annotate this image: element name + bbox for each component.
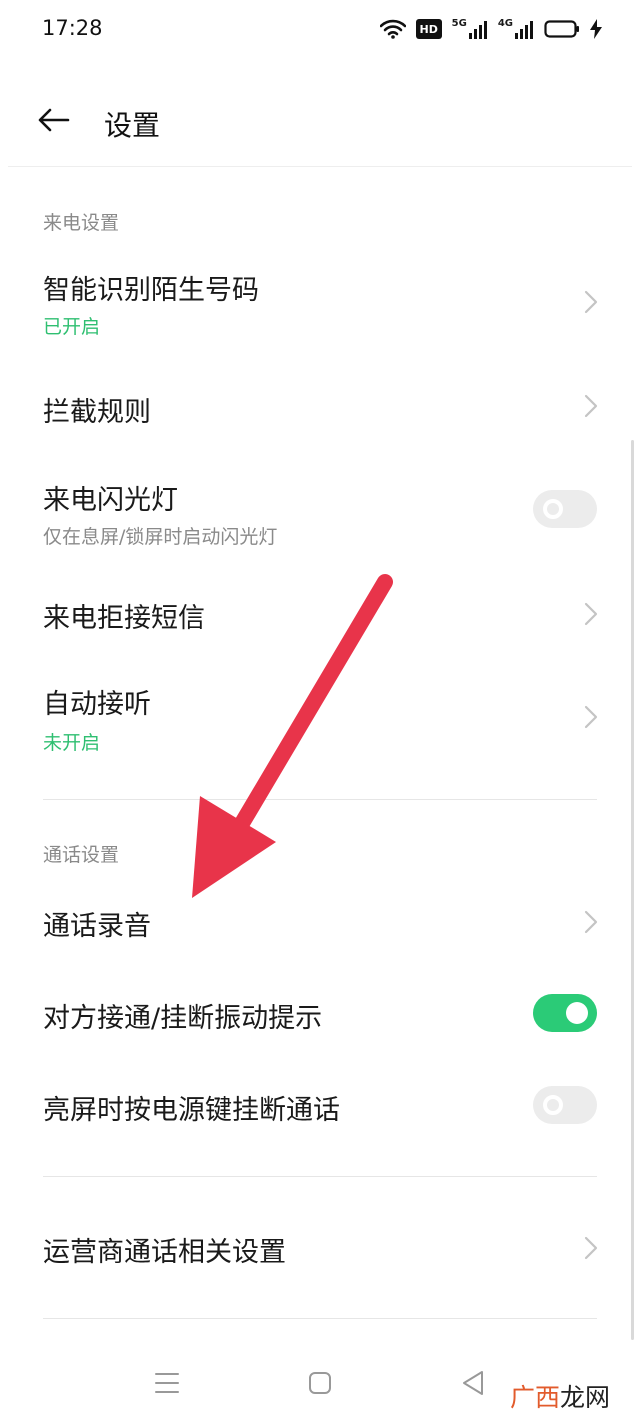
watermark: 广西 龙网 [510,1378,610,1414]
watermark-part2: 龙网 [559,1383,610,1412]
list-item-flash-light: 来电闪光灯 仅在息屏/锁屏时启动闪光灯 [0,462,640,562]
menu-icon [155,1373,179,1393]
signal-4g-icon: 4G [498,18,534,40]
status-icons: HD 5G 4G [379,16,602,42]
toggle-knob [543,499,563,519]
vibrate-hint-toggle[interactable] [533,994,597,1032]
item-title: 运营商通话相关设置 [43,1237,286,1268]
section-divider [43,1176,597,1177]
chevron-right-icon [584,602,598,626]
item-subtitle: 已开启 [43,316,101,338]
toggle-knob [566,1002,588,1024]
home-button[interactable] [305,1368,335,1398]
page-title: 设置 [104,109,161,142]
chevron-right-icon [584,910,598,934]
flash-light-toggle[interactable] [533,490,597,528]
section-title-incoming: 来电设置 [43,212,120,234]
red-arrow-annotation [192,574,393,898]
back-arrow-icon [38,108,70,132]
section-title-call: 通话设置 [43,844,120,866]
wifi-icon [379,19,406,39]
status-bar: 17:28 HD 5G 4G [0,0,640,60]
chevron-right-icon [584,1236,598,1260]
chevron-right-icon [584,394,598,418]
list-item-carrier-settings[interactable]: 运营商通话相关设置 [0,1202,640,1298]
home-square-icon [309,1372,331,1394]
chevron-right-icon [584,705,598,729]
chevron-right-icon [584,290,598,314]
status-time: 17:28 [42,16,103,40]
back-triangle-icon [463,1371,483,1395]
nav-back-button[interactable] [458,1368,488,1398]
header-divider [8,166,632,167]
item-subtitle: 未开启 [43,732,101,754]
list-item-block-rules[interactable]: 拦截规则 [0,362,640,452]
charging-bolt-icon [590,19,602,39]
section-divider [43,1318,597,1319]
item-title: 智能识别陌生号码 [43,275,259,306]
back-button[interactable] [34,100,74,140]
item-title: 对方接通/挂断振动提示 [43,1003,323,1034]
item-title: 来电闪光灯 [43,485,178,516]
list-item-smart-identify[interactable]: 智能识别陌生号码 已开启 [0,252,640,350]
menu-button[interactable] [152,1368,182,1398]
watermark-part1: 广西 [509,1383,560,1412]
power-key-hangup-toggle[interactable] [533,1086,597,1124]
battery-icon [544,20,579,38]
item-title: 自动接听 [43,689,151,720]
signal-5g-icon: 5G [452,18,488,40]
list-item-vibrate-hint: 对方接通/挂断振动提示 [0,968,640,1058]
item-title: 通话录音 [43,911,151,942]
toggle-knob [543,1095,563,1115]
scrollbar[interactable] [631,440,634,1340]
hd-icon: HD [415,19,442,39]
item-title: 亮屏时按电源键挂断通话 [43,1095,340,1126]
app-header: 设置 [0,60,640,166]
item-title: 拦截规则 [43,397,151,428]
item-subtitle: 仅在息屏/锁屏时启动闪光灯 [43,526,278,548]
list-item-power-key-hangup: 亮屏时按电源键挂断通话 [0,1060,640,1150]
